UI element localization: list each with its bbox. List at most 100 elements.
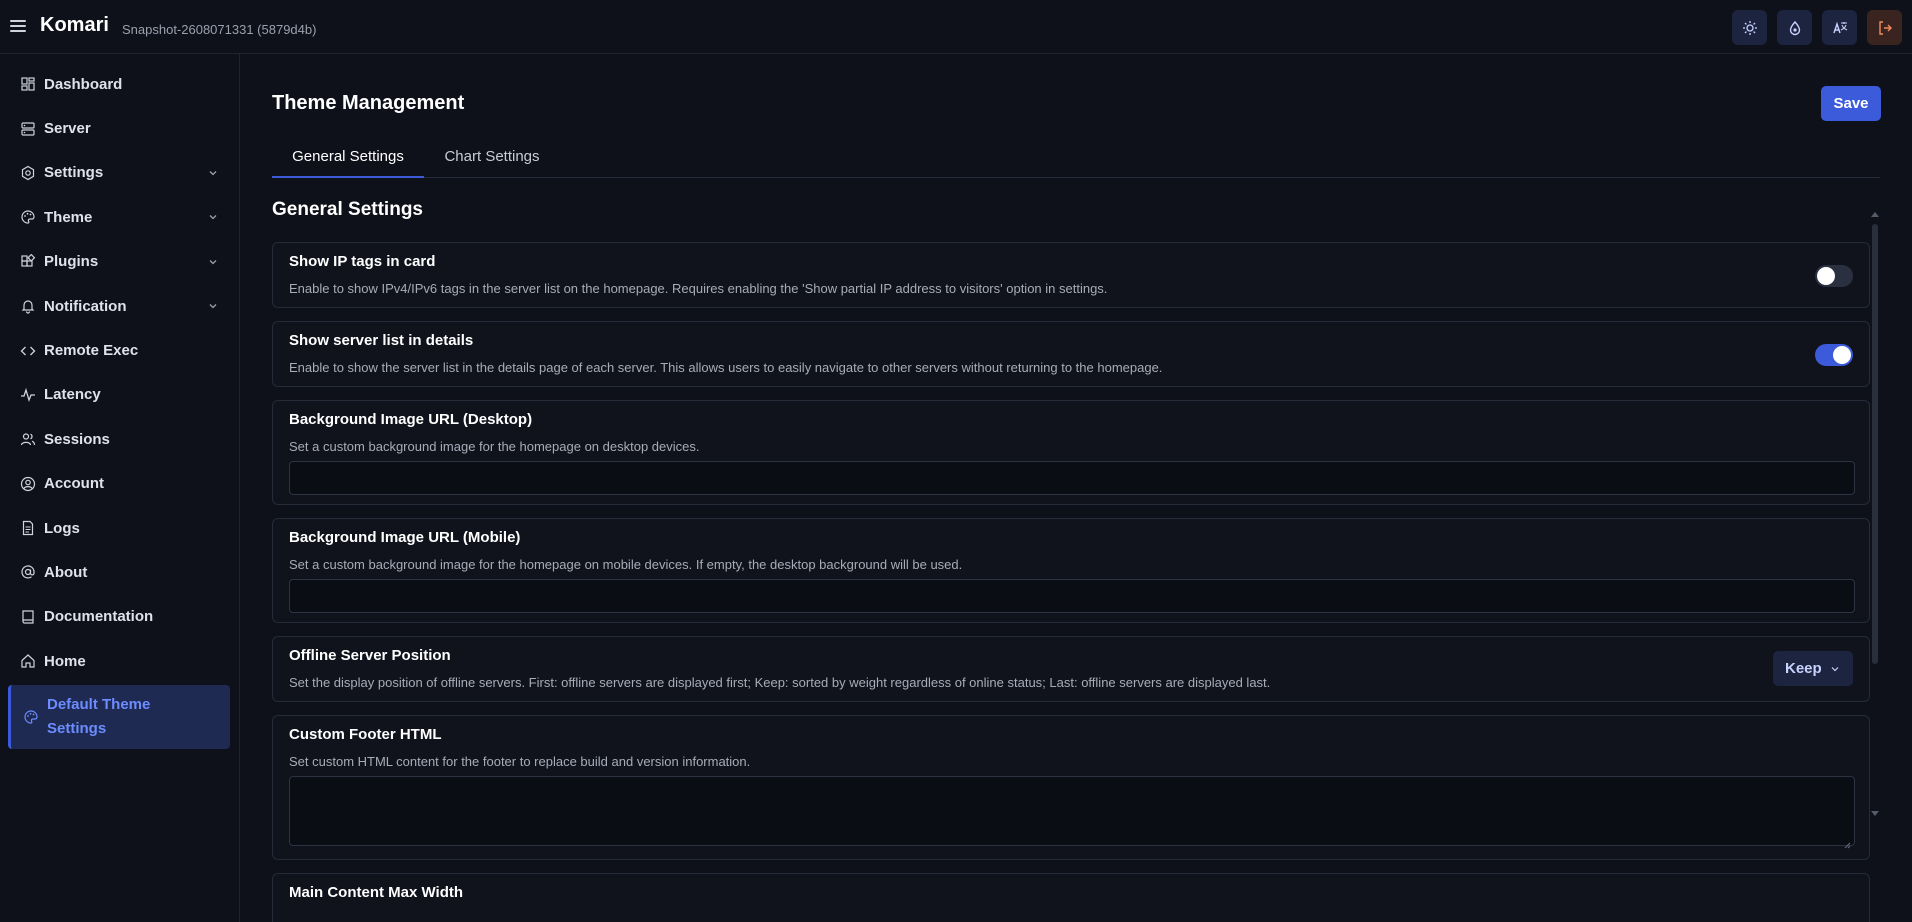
offline-position-select[interactable]: Keep: [1773, 651, 1853, 686]
top-bar: Komari Snapshot-2608071331 (5879d4b): [0, 0, 1912, 54]
sidebar-item-label: Remote Exec: [44, 342, 139, 360]
sidebar-item-label: About: [44, 563, 88, 581]
sun-icon: [1742, 20, 1757, 35]
bg-desktop-url-input[interactable]: [289, 461, 1855, 495]
settings-list: Show IP tags in card Enable to show IPv4…: [272, 242, 1870, 922]
sidebar-item-settings[interactable]: Settings: [0, 151, 239, 195]
sidebar-item-plugins[interactable]: Plugins: [0, 240, 239, 284]
setting-description: Set custom HTML content for the footer t…: [289, 754, 751, 769]
setting-title: Main Content Max Width: [289, 884, 464, 901]
setting-description: Enable to show the server list in the de…: [289, 360, 1163, 375]
book-icon: [20, 609, 36, 625]
sidebar-item-about[interactable]: About: [0, 550, 239, 594]
plugins-icon: [20, 253, 36, 270]
sidebar-item-label: Settings: [44, 164, 104, 182]
setting-title: Background Image URL (Mobile): [289, 529, 521, 546]
server-list-toggle[interactable]: [1815, 344, 1853, 366]
toggle-knob: [1833, 346, 1851, 364]
color-button[interactable]: [1777, 10, 1812, 45]
sidebar-item-label: Logs: [44, 519, 80, 537]
sidebar-item-home[interactable]: Home: [0, 639, 239, 683]
scroll-up-arrow-icon[interactable]: [1871, 212, 1879, 217]
sidebar-item-documentation[interactable]: Documentation: [0, 595, 239, 639]
sidebar-item-label: Latency: [44, 386, 101, 404]
version-label: Snapshot-2608071331 (5879d4b): [122, 22, 317, 37]
setting-description: Set a custom background image for the ho…: [289, 557, 963, 572]
chevron-down-icon: [1831, 666, 1839, 671]
setting-card-ip-tags: Show IP tags in card Enable to show IPv4…: [272, 242, 1870, 308]
section-title: General Settings: [272, 199, 423, 220]
setting-card-bg-mobile: Background Image URL (Mobile) Set a cust…: [272, 518, 1870, 623]
setting-description: Enable to show IPv4/IPv6 tags in the ser…: [289, 281, 1108, 296]
tab-bar: General Settings Chart Settings: [272, 142, 1880, 178]
sidebar-item-label: Server: [44, 120, 91, 138]
activity-icon: [20, 387, 36, 403]
sidebar-item-label: Documentation: [44, 608, 154, 626]
dashboard-icon: [20, 76, 36, 92]
settings-icon: [20, 165, 36, 181]
chevron-down-icon: [209, 170, 217, 176]
logout-button[interactable]: [1867, 10, 1902, 45]
sidebar-item-label: Sessions: [44, 430, 110, 448]
setting-description: Set a custom background image for the ho…: [289, 439, 700, 454]
sidebar-item-theme[interactable]: Theme: [0, 195, 239, 239]
scrollbar-thumb[interactable]: [1872, 224, 1878, 664]
translate-icon: [1832, 21, 1847, 33]
setting-card-max-width: Main Content Max Width: [272, 873, 1870, 922]
sidebar: Dashboard Server Settings Theme Plugins …: [0, 54, 240, 922]
brand-logo[interactable]: Komari: [40, 14, 109, 37]
sidebar-item-default-theme-settings[interactable]: Default Theme Settings: [8, 685, 230, 750]
sidebar-item-latency[interactable]: Latency: [0, 373, 239, 417]
bg-mobile-url-input[interactable]: [289, 579, 1855, 613]
users-icon: [20, 431, 36, 447]
language-button[interactable]: [1822, 10, 1857, 45]
setting-card-bg-desktop: Background Image URL (Desktop) Set a cus…: [272, 400, 1870, 505]
setting-card-server-list: Show server list in details Enable to sh…: [272, 321, 1870, 387]
file-icon: [20, 520, 36, 536]
sidebar-item-label: Dashboard: [44, 75, 123, 93]
header-actions: [1732, 10, 1902, 45]
theme-toggle-button[interactable]: [1732, 10, 1767, 45]
logout-icon: [1878, 20, 1892, 35]
sidebar-item-label: Account: [44, 475, 104, 493]
setting-title: Offline Server Position: [289, 647, 451, 664]
sidebar-item-label: Theme: [44, 208, 93, 226]
user-circle-icon: [20, 476, 36, 492]
custom-footer-textarea[interactable]: [289, 776, 1855, 846]
content-scrollbar[interactable]: [1870, 204, 1880, 816]
bell-icon: [20, 298, 36, 314]
ip-tags-toggle[interactable]: [1815, 265, 1853, 287]
sidebar-item-label: Plugins: [44, 253, 99, 271]
sidebar-item-remote-exec[interactable]: Remote Exec: [0, 328, 239, 372]
sidebar-item-dashboard[interactable]: Dashboard: [0, 62, 239, 106]
save-button[interactable]: Save: [1821, 86, 1881, 121]
setting-title: Background Image URL (Desktop): [289, 411, 533, 428]
tab-general-settings[interactable]: General Settings: [272, 142, 424, 178]
sidebar-item-notification[interactable]: Notification: [0, 284, 239, 328]
resize-handle-icon[interactable]: [1843, 841, 1851, 849]
hamburger-menu-icon[interactable]: [10, 17, 26, 37]
setting-title: Show server list in details: [289, 332, 474, 349]
setting-title: Show IP tags in card: [289, 253, 436, 270]
toggle-knob: [1817, 267, 1835, 285]
sidebar-item-sessions[interactable]: Sessions: [0, 417, 239, 461]
scroll-down-arrow-icon[interactable]: [1871, 811, 1879, 816]
setting-description: Set the display position of offline serv…: [289, 675, 1271, 690]
sidebar-item-account[interactable]: Account: [0, 462, 239, 506]
chevron-down-icon: [209, 215, 217, 220]
server-icon: [20, 121, 36, 137]
palette-icon: [23, 709, 39, 725]
code-icon: [20, 343, 36, 359]
main-content: Theme Management Save General Settings C…: [240, 54, 1912, 922]
sidebar-item-label: Notification: [44, 297, 127, 315]
sidebar-item-logs[interactable]: Logs: [0, 506, 239, 550]
home-icon: [20, 653, 36, 669]
sidebar-item-server[interactable]: Server: [0, 106, 239, 150]
sidebar-item-label: Default Theme Settings: [47, 696, 151, 738]
sidebar-item-label: Home: [44, 652, 86, 670]
setting-title: Custom Footer HTML: [289, 726, 442, 743]
chevron-down-icon: [209, 303, 217, 309]
at-icon: [20, 564, 36, 580]
tab-chart-settings[interactable]: Chart Settings: [432, 142, 552, 178]
page-title: Theme Management: [272, 92, 465, 114]
